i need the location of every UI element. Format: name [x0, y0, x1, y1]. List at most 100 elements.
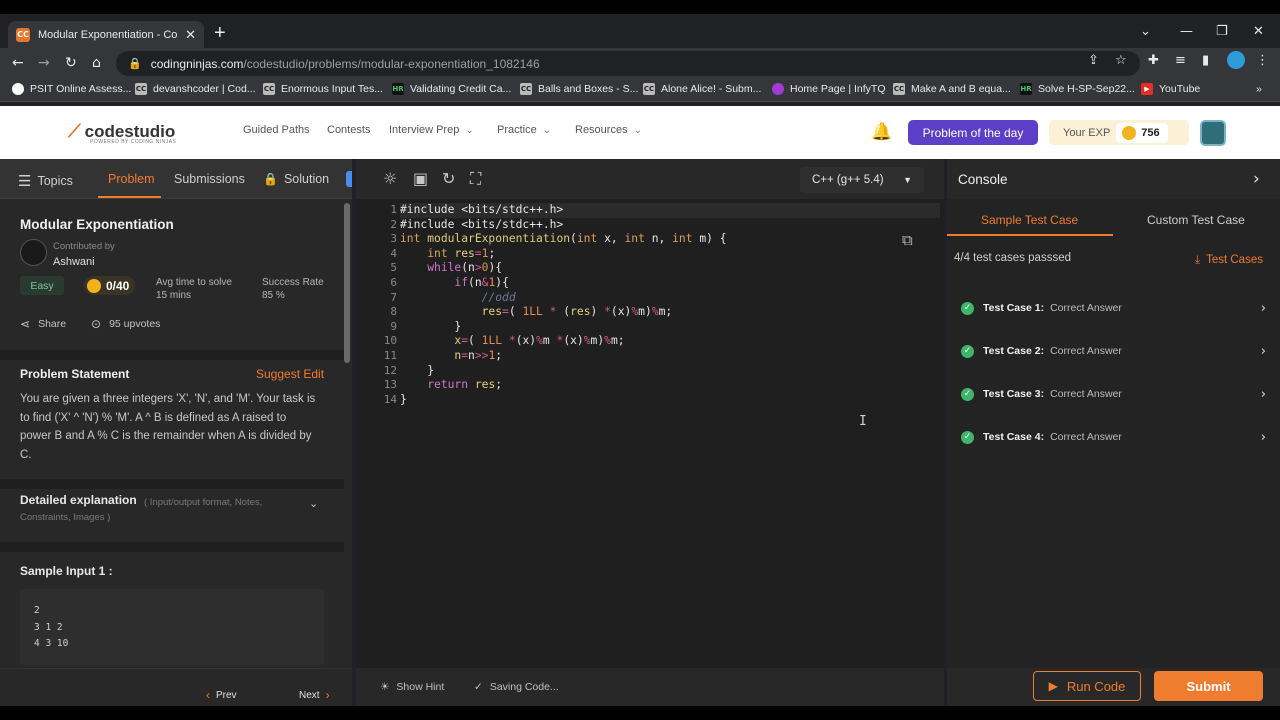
bookmark-item[interactable]: CC Enormous Input Tes... [263, 83, 383, 95]
hamburger-icon: ☰ [18, 172, 32, 190]
active-tab-underline [98, 196, 161, 198]
home-icon[interactable]: ⌂ [92, 55, 101, 71]
new-tab-icon[interactable]: + [214, 23, 226, 43]
close-window-icon[interactable]: ✕ [1253, 24, 1264, 39]
prev-button[interactable]: ‹ Prev [206, 688, 237, 702]
reset-icon[interactable]: ↻ [442, 169, 455, 188]
line-numbers: 1 2 3 4 5 6 7 8 9 10 11 12 13 14 [383, 203, 397, 406]
show-hint-button[interactable]: ☀ Show Hint [380, 681, 444, 693]
more-bookmarks-icon[interactable]: » [1256, 83, 1262, 95]
extensions-icon[interactable]: ✚ [1148, 53, 1159, 68]
chevron-right-icon[interactable]: › [1253, 169, 1260, 189]
menu-icon[interactable]: ⋮ [1256, 53, 1269, 68]
save-icon[interactable]: ▣ [413, 169, 428, 188]
address-bar[interactable]: 🔒 codingninjas.com/codestudio/problems/m… [116, 51, 1140, 76]
minimize-icon[interactable]: — [1180, 24, 1193, 39]
test-case-row[interactable]: ✓ Test Case 4: Correct Answer › [961, 428, 1266, 446]
tab-custom-test-case[interactable]: Custom Test Case [1147, 213, 1245, 227]
profile-avatar[interactable] [1227, 51, 1245, 69]
divider [0, 542, 344, 552]
bookmark-item[interactable]: CC Make A and B equa... [893, 83, 1011, 95]
share-button[interactable]: ⋖ Share [20, 317, 66, 331]
media-icon[interactable]: ≡ [1175, 53, 1186, 68]
exp-badge[interactable]: Your EXP 756 [1049, 120, 1189, 145]
upvote-button[interactable]: ⊙ 95 upvotes [91, 317, 160, 331]
nav-contests[interactable]: Contests [327, 124, 370, 136]
test-case-row[interactable]: ✓ Test Case 1: Correct Answer › [961, 299, 1266, 317]
tab-overflow-indicator[interactable] [346, 171, 352, 187]
forward-icon[interactable]: → [38, 55, 50, 71]
code-area[interactable]: #include <bits/stdc++.h> #include <bits/s… [400, 203, 940, 407]
score-badge: 0/40 [84, 276, 136, 295]
browser-toolbar: ← → ↻ ⌂ 🔒 codingninjas.com/codestudio/pr… [0, 48, 1280, 78]
bookmark-item[interactable]: HR Validating Credit Ca... [392, 83, 511, 95]
maximize-icon[interactable]: ❐ [1216, 24, 1228, 39]
suggest-edit-link[interactable]: Suggest Edit [256, 367, 324, 381]
tab-solution[interactable]: 🔒 Solution [263, 172, 329, 186]
nav-interview-prep[interactable]: Interview Prep ⌄ [389, 124, 474, 136]
panel-scrollbar[interactable] [344, 203, 350, 363]
coin-icon [87, 278, 101, 293]
codestudio-logo-icon: ⟋ [68, 121, 81, 141]
lock-icon: 🔒 [128, 58, 142, 70]
bookmark-item[interactable]: HR Solve H-SP-Sep22... [1020, 83, 1135, 95]
nav-guided-paths[interactable]: Guided Paths [243, 124, 310, 136]
fullscreen-icon[interactable]: ⛶ [470, 169, 481, 189]
bookmark-item[interactable]: CC Balls and Boxes - S... [520, 83, 638, 95]
bookmark-item[interactable]: ▶ YouTube [1141, 83, 1200, 95]
url-text: codingninjas.com/codestudio/problems/mod… [150, 56, 540, 71]
check-circle-icon: ✓ [961, 387, 974, 401]
problem-statement-text: You are given a three integers 'X', 'N',… [20, 393, 316, 461]
reload-icon[interactable]: ↻ [65, 55, 77, 71]
theme-sun-icon[interactable]: ☼ [383, 169, 397, 188]
tab-sample-test-case[interactable]: Sample Test Case [981, 213, 1078, 227]
console-panel: Console › Sample Test Case Custom Test C… [947, 159, 1280, 706]
notification-bell-icon[interactable]: 🔔 [871, 122, 892, 142]
divider [0, 350, 344, 360]
check-circle-icon: ✓ [961, 301, 974, 315]
bookmark-item[interactable]: PSIT Online Assess... [12, 83, 131, 95]
tab-title: Modular Exponentiation - Coding Ninjas [38, 28, 178, 41]
contributor-name[interactable]: Ashwani [53, 256, 95, 268]
bookmark-item[interactable]: CC Alone Alice! - Subm... [643, 83, 761, 95]
test-case-row[interactable]: ✓ Test Case 2: Correct Answer › [961, 342, 1266, 360]
back-icon[interactable]: ← [12, 55, 24, 71]
codestudio-icon: CC [893, 83, 905, 95]
user-avatar[interactable] [1200, 120, 1226, 146]
run-code-button[interactable]: ▶ Run Code [1033, 671, 1141, 701]
console-title: Console [958, 172, 1008, 187]
bookmark-item[interactable]: CC devanshcoder | Cod... [135, 83, 256, 95]
bookmark-item[interactable]: Home Page | InfyTQ [772, 83, 886, 95]
nav-practice[interactable]: Practice ⌄ [497, 124, 551, 136]
editor-toolbar: ☼ ▣ ↻ ⛶ C++ (g++ 5.4) ▼ [356, 159, 944, 199]
problem-of-the-day-button[interactable]: Problem of the day [908, 120, 1038, 145]
download-test-cases-link[interactable]: ⤓ Test Cases [1195, 252, 1263, 267]
sidepanel-icon[interactable]: ▮ [1202, 53, 1209, 68]
hackerrank-icon: HR [1020, 83, 1032, 95]
sample-input-title: Sample Input 1 : [20, 564, 113, 578]
nav-resources[interactable]: Resources ⌄ [575, 124, 642, 136]
copy-icon[interactable]: ⧉ [902, 231, 913, 249]
chevron-right-icon: › [1260, 300, 1266, 316]
next-button[interactable]: Next › [299, 688, 330, 702]
bookmark-star-icon[interactable]: ☆ [1115, 53, 1127, 68]
active-tab-underline [947, 234, 1113, 236]
contributor-avatar[interactable] [20, 239, 47, 266]
share-page-icon[interactable]: ⇪ [1088, 53, 1099, 68]
test-case-row[interactable]: ✓ Test Case 3: Correct Answer › [961, 385, 1266, 403]
code-editor-panel: ☼ ▣ ↻ ⛶ C++ (g++ 5.4) ▼ 1 2 3 4 5 6 7 8 9 10 11 12 13… [356, 159, 944, 706]
tab-submissions[interactable]: Submissions [174, 172, 245, 186]
tab-problem[interactable]: Problem [108, 172, 155, 186]
divider [0, 479, 344, 489]
close-tab-icon[interactable]: ✕ [185, 27, 196, 43]
tab-topics[interactable]: ☰ Topics [18, 172, 73, 190]
browser-tab[interactable]: CC Modular Exponentiation - Coding Ninja… [8, 21, 204, 48]
submit-button[interactable]: Submit [1154, 671, 1263, 701]
tab-search-icon[interactable]: ⌄ [1140, 24, 1151, 39]
chevron-down-icon[interactable]: ⌄ [309, 497, 318, 510]
site-header: ⟋ codestudio POWERED BY CODING NINJAS Gu… [0, 106, 1280, 159]
language-select[interactable]: C++ (g++ 5.4) ▼ [800, 167, 924, 193]
app-frame: CC Modular Exponentiation - Coding Ninja… [0, 14, 1280, 706]
lightbulb-icon: ☀ [380, 681, 390, 693]
chevron-left-icon: ‹ [206, 688, 210, 702]
